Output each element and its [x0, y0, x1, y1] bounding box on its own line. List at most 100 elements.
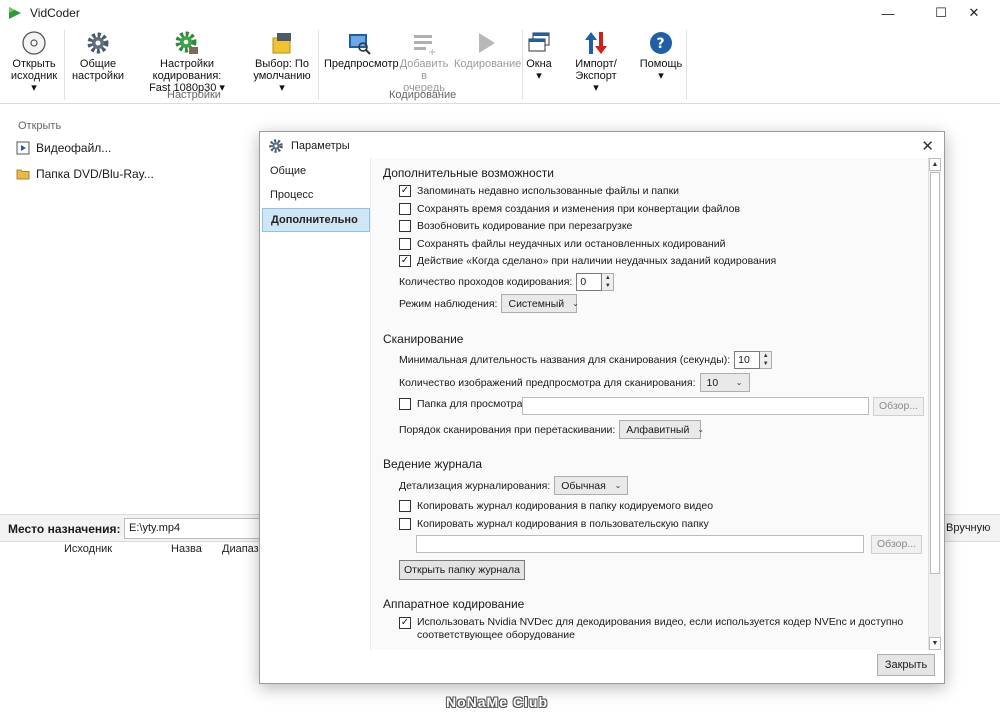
keep-failed-checkbox[interactable] [399, 238, 411, 250]
queue-col-source[interactable]: Исходник [64, 543, 112, 555]
svg-text:?: ? [657, 36, 665, 52]
chevron-down-icon: ⌄ [735, 378, 743, 387]
spin-up-icon[interactable]: ▲ [760, 352, 771, 360]
spin-down-icon[interactable]: ▼ [760, 360, 771, 368]
pick-default-button[interactable]: Выбор: По умолчанию ▾ [250, 30, 314, 94]
resume-checkbox[interactable] [399, 220, 411, 232]
custom-log-browse-button[interactable]: Обзор... [871, 535, 923, 554]
keep-failed-option[interactable]: Сохранять файлы неудачных или остановлен… [399, 238, 725, 250]
min-duration-label: Минимальная длительность названия для ск… [399, 354, 731, 366]
watch-mode-select[interactable]: Системный ⌄ [501, 294, 579, 313]
close-window-button[interactable]: ✕ [952, 0, 996, 26]
remember-recent-checkbox[interactable]: ✓ [399, 185, 411, 197]
destination-label: Место назначения: [8, 522, 121, 536]
when-done-checkbox[interactable]: ✓ [399, 255, 411, 267]
preset-box-icon [272, 33, 291, 54]
watch-folder-checkbox[interactable] [399, 398, 411, 410]
disc-icon [22, 31, 46, 55]
close-dialog-button[interactable]: Закрыть [877, 654, 935, 676]
watch-folder-input[interactable] [522, 397, 869, 415]
copy-log-video-option[interactable]: Копировать журнал кодирования в папку ко… [399, 500, 713, 512]
spin-down-icon[interactable]: ▼ [602, 282, 613, 290]
folder-icon [16, 169, 30, 180]
minimize-button[interactable]: — [866, 0, 910, 26]
nav-advanced[interactable]: Дополнительно [262, 208, 370, 232]
dialog-close-button[interactable]: ✕ [921, 137, 934, 155]
content-scrollbar[interactable]: ▲ ▼ [928, 158, 941, 650]
spin-up-icon[interactable]: ▲ [602, 274, 613, 282]
chevron-down-icon: ⌄ [614, 481, 622, 490]
title-bar: VidCoder — ☐ ✕ [0, 0, 1000, 26]
preview-count-select[interactable]: 10 ⌄ [699, 373, 750, 392]
log-verbosity-label: Детализация журналирования: [399, 479, 551, 492]
help-button[interactable]: ? Помощь ▾ [638, 30, 684, 82]
options-nav: Общие Процесс Дополнительно [262, 160, 370, 232]
open-section-label: Открыть [18, 120, 62, 132]
encode-passes-label: Количество проходов кодирования: [399, 276, 573, 288]
encode-passes-value[interactable]: 0 [576, 273, 603, 291]
watermark: NoNaMe Club [446, 694, 548, 710]
general-settings-button[interactable]: Общие настройки [70, 30, 126, 82]
chevron-down-icon: ⌄ [572, 299, 579, 308]
open-source-button[interactable]: Открыть исходник ▾ [8, 30, 60, 94]
watch-folder-label: Папка для просмотра: [417, 398, 526, 410]
ribbon-separator [318, 30, 319, 100]
scroll-down-icon[interactable]: ▼ [929, 637, 941, 650]
chevron-down-icon: ⌄ [697, 425, 705, 434]
drag-order-select[interactable]: Алфавитный ⌄ [619, 420, 705, 439]
log-verbosity-select[interactable]: Обычная ⌄ [554, 476, 629, 495]
queue-col-name[interactable]: Назва [171, 543, 202, 555]
preview-count-label: Количество изображений предпросмотра для… [399, 376, 696, 389]
nav-process[interactable]: Процесс [262, 184, 370, 208]
min-duration-row: Минимальная длительность названия для ск… [399, 351, 773, 369]
min-duration-stepper[interactable]: 10 ▲ ▼ [734, 351, 773, 369]
play-icon [479, 33, 495, 53]
custom-log-folder-input[interactable] [416, 535, 864, 553]
watch-folder-browse-button[interactable]: Обзор... [873, 397, 925, 416]
nvdec-option[interactable]: ✓ Использовать Nvidia NVDec для декодиро… [399, 616, 903, 642]
video-file-icon [16, 141, 30, 155]
import-export-button[interactable]: Импорт/Экспорт ▾ [556, 30, 636, 94]
section-advanced-title: Дополнительные возможности [383, 166, 554, 180]
encoding-settings-button[interactable]: Настройки кодирования: Fast 1080p30 ▾ [128, 30, 246, 94]
preview-button[interactable]: Предпросмотр [324, 30, 399, 70]
copy-log-custom-checkbox[interactable] [399, 518, 411, 530]
remember-recent-option[interactable]: ✓ Запоминать недавно использованные файл… [399, 185, 679, 197]
log-verbosity-row: Детализация журналирования: Обычная ⌄ [399, 476, 629, 495]
drag-order-row: Порядок сканирования при перетаскивании:… [399, 420, 705, 439]
copy-log-custom-option[interactable]: Копировать журнал кодирования в пользова… [399, 518, 709, 530]
watch-mode-label: Режим наблюдения: [399, 297, 498, 310]
windows-menu-button[interactable]: Окна ▾ [524, 30, 554, 82]
manual-destination-toggle[interactable]: Вручную [946, 522, 990, 534]
open-dvd-folder-link[interactable]: Папка DVD/Blu-Ray... [16, 167, 154, 181]
ribbon-separator [686, 30, 687, 100]
encode-passes-row: Количество проходов кодирования: 0 ▲ ▼ [399, 273, 615, 291]
watch-folder-row[interactable]: Папка для просмотра: [399, 398, 525, 410]
destination-path-input[interactable]: E:\yty.mp4 [124, 518, 274, 539]
when-done-option[interactable]: ✓ Действие «Когда сделано» при наличии н… [399, 255, 776, 267]
resume-option[interactable]: Возобновить кодирование при перезагрузке [399, 220, 632, 232]
options-dialog: Параметры ✕ Общие Процесс Дополнительно … [259, 131, 945, 684]
open-video-file-link[interactable]: Видеофайл... [16, 141, 111, 155]
open-log-folder-button[interactable]: Открыть папку журнала [399, 560, 525, 580]
dialog-title-bar: Параметры ✕ [260, 132, 944, 160]
keep-times-option[interactable]: Сохранять время создания и изменения при… [399, 203, 740, 215]
keep-times-checkbox[interactable] [399, 203, 411, 215]
preview-icon [349, 34, 371, 55]
nav-general[interactable]: Общие [262, 160, 370, 184]
scroll-thumb[interactable] [930, 172, 940, 574]
section-scanning-title: Сканирование [383, 332, 464, 346]
encode-passes-stepper[interactable]: 0 ▲ ▼ [576, 273, 615, 291]
encode-button[interactable]: Кодирование [454, 30, 521, 70]
ribbon-separator [522, 30, 523, 100]
nvdec-label: Использовать Nvidia NVDec для декодирова… [417, 616, 904, 628]
copy-log-video-checkbox[interactable] [399, 500, 411, 512]
encoding-group-label: Кодирование [389, 89, 457, 101]
min-duration-value[interactable]: 10 [734, 351, 761, 369]
watch-mode-row: Режим наблюдения: Системный ⌄ [399, 294, 579, 313]
windows-icon [528, 32, 550, 52]
nvdec-checkbox[interactable]: ✓ [399, 617, 411, 629]
settings-group-label: Настройки [167, 89, 221, 101]
scroll-up-icon[interactable]: ▲ [929, 158, 941, 171]
add-to-queue-button[interactable]: + Добавить в очередь [396, 30, 452, 94]
